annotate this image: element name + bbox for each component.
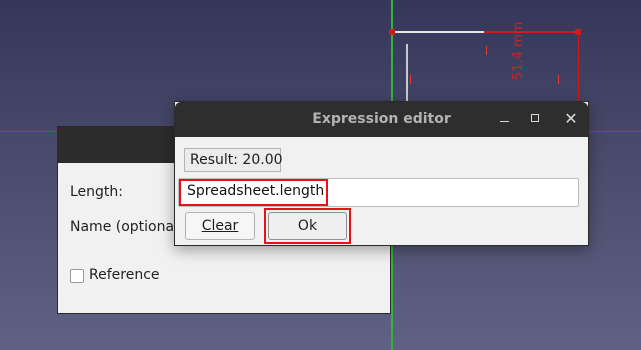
ok-highlight-box bbox=[264, 208, 351, 244]
dimension-label: 51.4 mm bbox=[511, 21, 526, 80]
clear-button-label: Clear bbox=[201, 218, 239, 234]
result-display: Result: 20.00 bbox=[184, 148, 283, 172]
expression-editor-dialog: Expression editor ✕ Result: 20.00 Spread… bbox=[174, 101, 589, 246]
expression-value: Spreadsheet.length bbox=[187, 183, 325, 199]
constraint-marker bbox=[410, 75, 411, 84]
minimize-icon[interactable] bbox=[495, 109, 515, 129]
length-label: Length: bbox=[70, 184, 124, 200]
close-icon[interactable]: ✕ bbox=[561, 109, 581, 129]
dialog-titlebar[interactable]: Expression editor ✕ bbox=[175, 102, 588, 137]
sketch-point[interactable] bbox=[389, 29, 395, 35]
name-label: Name (optional) bbox=[70, 219, 184, 235]
reference-label: Reference bbox=[89, 267, 160, 283]
constraint-marker bbox=[486, 46, 487, 55]
sketch-constraint-line bbox=[484, 31, 580, 33]
maximize-icon[interactable] bbox=[526, 109, 546, 129]
sketch-line bbox=[392, 31, 484, 33]
reference-checkbox[interactable] bbox=[70, 269, 84, 283]
dimension-line bbox=[578, 33, 579, 103]
clear-button[interactable]: Clear bbox=[185, 212, 255, 240]
constraint-marker bbox=[558, 75, 559, 84]
